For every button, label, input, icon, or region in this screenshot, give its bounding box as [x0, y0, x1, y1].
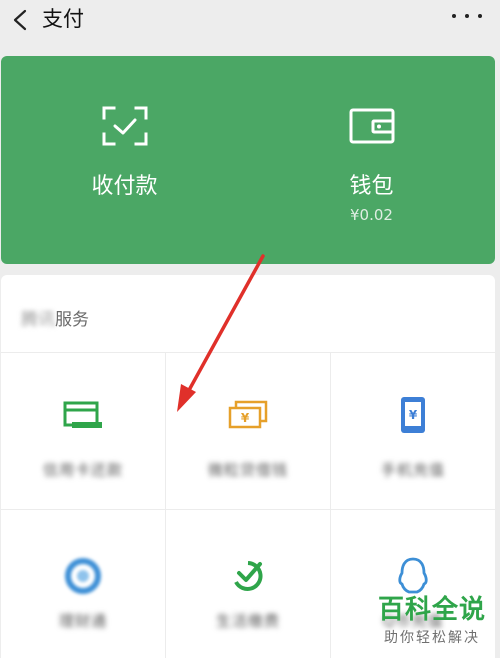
watermark-logo: 百科全说 助你轻松解决: [378, 595, 486, 647]
services-title-visible: 服务: [55, 310, 89, 330]
page-title: 支付: [42, 7, 84, 31]
service-wealth[interactable]: 理财通: [1, 510, 166, 658]
receive-pay-label: 收付款: [91, 174, 158, 199]
wallet-card: 收付款 钱包 ¥0.02: [1, 56, 495, 264]
service-loan[interactable]: ¥ 微粒贷借钱: [166, 353, 331, 509]
top-bar: 支付: [0, 0, 500, 56]
money-stack-icon: ¥: [226, 395, 270, 435]
chevron-left-icon: [13, 9, 27, 31]
services-row: 信用卡还款 ¥ 微粒贷借钱 ¥ 手机充值: [1, 352, 495, 509]
utility-check-icon: [226, 556, 270, 596]
svg-text:¥: ¥: [241, 411, 250, 425]
scan-check-icon: [101, 106, 149, 146]
service-label: 手机充值: [380, 461, 445, 479]
receive-pay-button[interactable]: 收付款: [1, 56, 248, 264]
watermark-main: 百科全说: [377, 595, 486, 625]
wallet-balance: ¥0.02: [350, 206, 393, 224]
back-button[interactable]: [4, 4, 36, 36]
wallet-label: 钱包: [349, 174, 394, 199]
phone-yuan-icon: ¥: [391, 395, 435, 435]
wallet-button[interactable]: 钱包 ¥0.02: [248, 56, 495, 264]
qq-icon: [391, 556, 435, 596]
service-label: 微粒贷借钱: [207, 461, 288, 479]
watermark-sub: 助你轻松解决: [383, 630, 480, 646]
svg-text:¥: ¥: [409, 408, 418, 422]
service-label: 理财通: [58, 612, 107, 630]
more-dots-icon: [452, 14, 456, 18]
service-label: 信用卡还款: [42, 461, 123, 479]
services-title-blurred: 腾讯: [21, 310, 55, 330]
service-label: 生活缴费: [215, 612, 280, 630]
credit-card-icon: [61, 395, 105, 435]
service-credit-card-repay[interactable]: 信用卡还款: [1, 353, 166, 509]
wallet-icon: [348, 106, 396, 146]
service-mobile-topup[interactable]: ¥ 手机充值: [331, 353, 495, 509]
services-title: 腾讯服务: [21, 305, 89, 330]
service-utilities[interactable]: 生活缴费: [166, 510, 331, 658]
wealth-icon: [61, 556, 105, 596]
more-button[interactable]: [452, 6, 482, 26]
